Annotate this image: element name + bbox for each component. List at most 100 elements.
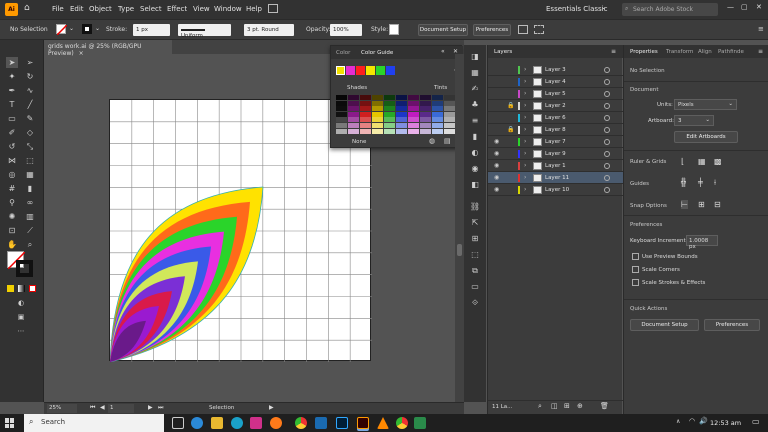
- snap-to-grid-icon[interactable]: ⊞: [698, 200, 705, 209]
- color-variation-swatch[interactable]: [384, 100, 395, 106]
- layer-row[interactable]: 🔒 › Layer 8: [488, 124, 623, 136]
- pen-tool-icon[interactable]: ✒: [6, 85, 18, 96]
- selection-tool-icon[interactable]: ➤: [6, 57, 18, 68]
- lock-icon[interactable]: 🔒: [507, 126, 514, 133]
- menu-window[interactable]: Window: [214, 5, 242, 13]
- layer-row[interactable]: › Layer 5: [488, 88, 623, 100]
- color-variation-swatch[interactable]: [396, 111, 407, 117]
- color-variation-swatch[interactable]: [420, 128, 431, 134]
- target-icon[interactable]: [604, 139, 610, 145]
- color-variation-swatch[interactable]: [384, 111, 395, 117]
- chrome-icon-2[interactable]: [396, 417, 408, 429]
- keyboard-increment-input[interactable]: 1.0008 px: [686, 235, 718, 250]
- color-panel-icon[interactable]: ◨: [469, 51, 481, 62]
- layer-name[interactable]: Layer 4: [545, 79, 566, 85]
- zoom-tool-icon[interactable]: ⌕: [24, 239, 36, 250]
- layer-name[interactable]: Layer 9: [545, 151, 566, 157]
- layer-name[interactable]: Layer 7: [545, 139, 566, 145]
- layer-row[interactable]: ◉ › Layer 10: [488, 184, 623, 196]
- symbol-sprayer-icon[interactable]: ✺: [6, 211, 18, 222]
- tab-transform[interactable]: Transform: [666, 49, 693, 55]
- notifications-icon[interactable]: ▭: [752, 417, 760, 426]
- curvature-icon[interactable]: ∿: [24, 85, 36, 96]
- illustrator-icon[interactable]: [357, 417, 369, 429]
- edge-icon[interactable]: [191, 417, 203, 429]
- color-variation-swatch[interactable]: [396, 106, 407, 112]
- layer-name[interactable]: Layer 2: [545, 103, 566, 109]
- color-variation-swatch[interactable]: [372, 123, 383, 128]
- blend-icon[interactable]: ∞: [24, 197, 36, 208]
- pathfinder-icon[interactable]: ⧉: [469, 265, 481, 276]
- type-tool-icon[interactable]: T: [6, 99, 18, 110]
- color-variation-swatch[interactable]: [360, 123, 371, 128]
- graphic-styles-icon[interactable]: ◧: [469, 179, 481, 190]
- artboard-tool-icon[interactable]: ⊡: [6, 225, 18, 236]
- eye-icon[interactable]: ◉: [494, 162, 499, 169]
- vlc-icon[interactable]: [377, 417, 389, 429]
- magic-wand-icon[interactable]: ✦: [6, 71, 18, 82]
- width-tool-icon[interactable]: ⋈: [6, 155, 18, 166]
- eyedropper-icon[interactable]: ⚲: [6, 197, 18, 208]
- eye-icon[interactable]: ◉: [494, 150, 499, 157]
- gradient-icon[interactable]: ▮: [24, 183, 36, 194]
- clipping-mask-icon[interactable]: ◫: [551, 402, 558, 410]
- next-artboard-icon[interactable]: ▶: [148, 404, 153, 411]
- color-variation-swatch[interactable]: [372, 111, 383, 117]
- color-variation-swatch[interactable]: [336, 106, 347, 112]
- color-variation-swatch[interactable]: [432, 111, 443, 117]
- home-icon[interactable]: ⌂: [24, 3, 30, 13]
- status-chevron-icon[interactable]: ▶: [269, 404, 274, 411]
- menu-type[interactable]: Type: [118, 5, 134, 13]
- color-variation-swatch[interactable]: [336, 123, 347, 128]
- paintbrush-icon[interactable]: ✎: [24, 113, 36, 124]
- color-variation-swatch[interactable]: [396, 123, 407, 128]
- color-variation-swatch[interactable]: [384, 128, 395, 134]
- app-icon-2[interactable]: [414, 417, 426, 429]
- free-transform-icon[interactable]: ⬚: [24, 155, 36, 166]
- preferences-button[interactable]: Preferences: [704, 319, 760, 331]
- opacity-input[interactable]: 100%: [330, 24, 362, 36]
- swatches-icon[interactable]: ▦: [469, 67, 481, 78]
- harmony-swatch[interactable]: [366, 66, 375, 75]
- target-icon[interactable]: [604, 127, 610, 133]
- snap-to-pixel-icon[interactable]: ⊟: [714, 200, 721, 209]
- color-variation-swatch[interactable]: [396, 100, 407, 106]
- color-variation-swatch[interactable]: [348, 111, 359, 117]
- minimize-icon[interactable]: —: [727, 3, 734, 11]
- color-variation-swatch[interactable]: [348, 106, 359, 112]
- lock-guides-icon[interactable]: ╪: [698, 178, 703, 187]
- color-variation-swatch[interactable]: [384, 117, 395, 123]
- color-variation-swatch[interactable]: [420, 117, 431, 123]
- color-variation-swatch[interactable]: [372, 95, 383, 100]
- color-variation-swatch[interactable]: [420, 111, 431, 117]
- color-variation-swatch[interactable]: [348, 117, 359, 123]
- color-variation-swatch[interactable]: [420, 123, 431, 128]
- export-icon[interactable]: ⇱: [469, 217, 481, 228]
- color-variation-swatch[interactable]: [408, 100, 419, 106]
- chevron-right-icon[interactable]: ›: [524, 174, 526, 181]
- units-select[interactable]: Pixels ⌄: [674, 99, 737, 110]
- close-icon[interactable]: ✕: [756, 3, 762, 11]
- workspace-switcher[interactable]: Essentials Classic: [546, 5, 607, 13]
- tab-align[interactable]: Align: [698, 49, 712, 55]
- status-text[interactable]: Selection: [209, 405, 234, 411]
- color-variation-swatch[interactable]: [432, 106, 443, 112]
- color-variation-swatch[interactable]: [444, 100, 455, 106]
- color-variation-swatch[interactable]: [396, 128, 407, 134]
- target-icon[interactable]: [604, 79, 610, 85]
- locate-object-icon[interactable]: ⌕: [538, 402, 542, 411]
- chevron-down-icon[interactable]: ⌄: [601, 4, 606, 11]
- layer-row[interactable]: ◉ › Layer 11: [488, 172, 623, 184]
- transform-panel-icon[interactable]: ⟐: [469, 297, 481, 308]
- harmony-swatch[interactable]: [376, 66, 385, 75]
- menu-edit[interactable]: Edit: [70, 5, 84, 13]
- color-variation-swatch[interactable]: [360, 117, 371, 123]
- chevron-down-icon[interactable]: ⌄: [69, 25, 74, 32]
- tab-properties[interactable]: Properties: [630, 49, 658, 55]
- edit-toolbar-icon[interactable]: ⋯: [15, 326, 27, 337]
- scale-icon[interactable]: ⤡: [24, 141, 36, 152]
- last-artboard-icon[interactable]: ⏭: [158, 404, 163, 412]
- fill-swatch[interactable]: [56, 24, 67, 35]
- appearance-icon[interactable]: ◉: [469, 163, 481, 174]
- photoshop-icon[interactable]: [336, 417, 348, 429]
